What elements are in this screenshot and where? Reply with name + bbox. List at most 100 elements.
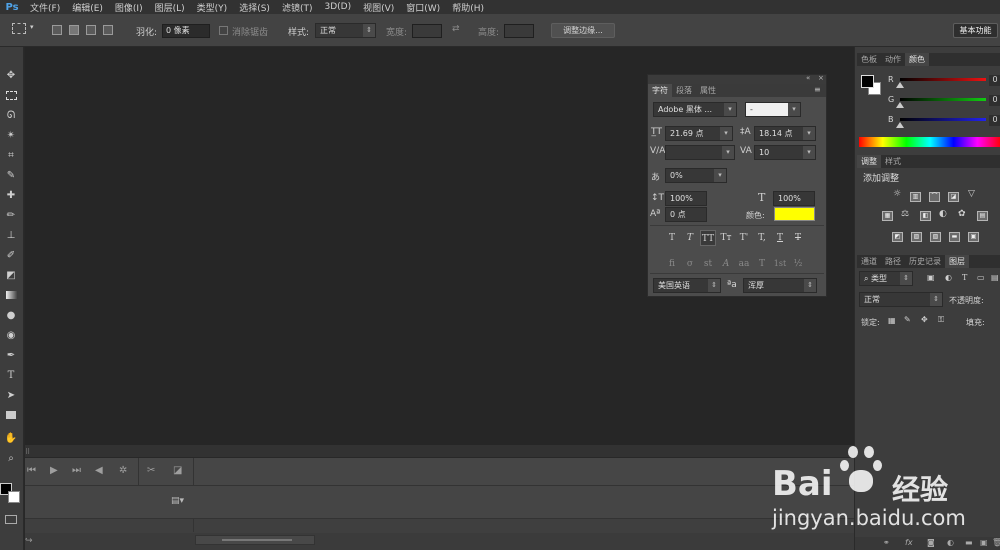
channel-b-slider[interactable] (900, 118, 986, 121)
gradient-tool-icon[interactable] (2, 287, 20, 303)
font-family-select[interactable]: Adobe 黑体 ... ▾ (653, 102, 737, 117)
menu-filter[interactable]: 滤镜(T) (276, 1, 319, 14)
lock-position-icon[interactable]: ✥ (921, 315, 928, 324)
intersect-selection-icon[interactable] (103, 25, 113, 35)
lock-all-icon[interactable]: ⚿ (938, 315, 944, 325)
menu-help[interactable]: 帮助(H) (446, 1, 490, 14)
text-color-swatch[interactable] (774, 207, 815, 221)
fractions-button[interactable]: ½ (790, 256, 806, 272)
baseline-shift-input[interactable]: 0 点 (665, 207, 707, 222)
tab-character[interactable]: 字符 (648, 84, 672, 97)
channel-b-thumb[interactable] (896, 122, 904, 128)
transition-icon[interactable]: ◪ (173, 465, 182, 476)
crop-tool-icon[interactable]: ⌗ (2, 147, 20, 163)
channel-r-slider[interactable] (900, 78, 986, 81)
curves-icon[interactable]: ⌒ (929, 192, 940, 202)
filter-shape-icon[interactable]: ▭ (977, 273, 985, 282)
channel-g-slider[interactable] (900, 98, 986, 101)
channel-r-value[interactable]: 0 (989, 75, 1000, 86)
menu-type[interactable]: 类型(Y) (191, 1, 234, 14)
old-style-button[interactable]: σ (682, 256, 698, 272)
feather-input[interactable]: 0 像素 (162, 24, 210, 38)
zoom-tool-icon[interactable]: ⌕ (2, 450, 20, 466)
tab-layers[interactable]: 图层 (945, 255, 969, 268)
stylistic-alternates-button[interactable]: aa (736, 256, 752, 272)
blur-tool-icon[interactable]: ● (2, 307, 20, 323)
invert-icon[interactable]: ◩ (892, 232, 903, 242)
photo-filter-icon[interactable]: ◐ (939, 209, 947, 219)
panel-titlebar[interactable]: « × (648, 74, 826, 84)
marquee-preset-icon[interactable] (12, 23, 26, 34)
all-caps-button[interactable]: TT (700, 230, 716, 246)
vertical-scale-input[interactable]: 100% (665, 191, 707, 206)
subtract-selection-icon[interactable] (86, 25, 96, 35)
eyedropper-tool-icon[interactable]: ✎ (2, 167, 20, 183)
settings-gear-icon[interactable]: ✲ (119, 465, 127, 476)
chevron-down-icon[interactable]: ▾ (30, 23, 34, 31)
tracking-select[interactable]: 10 ▾ (754, 145, 816, 160)
superscript-button[interactable]: T' (736, 230, 752, 246)
titling-alternates-button[interactable]: T (754, 256, 770, 272)
play-icon[interactable]: ▶ (50, 465, 58, 476)
clone-stamp-tool-icon[interactable]: ⊥ (2, 227, 20, 243)
type-tool-icon[interactable]: T (2, 367, 20, 383)
tab-properties[interactable]: 属性 (696, 84, 720, 97)
tab-paragraph[interactable]: 段落 (672, 84, 696, 97)
tab-color[interactable]: 颜色 (905, 53, 929, 66)
layer-kind-filter[interactable]: ⌕ 类型 ⇕ (859, 271, 913, 286)
height-input[interactable] (504, 24, 534, 38)
antialias-checkbox[interactable] (219, 26, 228, 35)
color-lookup-icon[interactable]: ▤ (977, 211, 988, 221)
workspace-button[interactable]: 基本功能 (953, 23, 998, 38)
menu-file[interactable]: 文件(F) (24, 1, 66, 14)
font-style-select[interactable]: - ▾ (745, 102, 801, 117)
first-frame-icon[interactable]: ⏮ (27, 465, 36, 476)
posterize-icon[interactable]: ▨ (911, 232, 922, 242)
panel-menu-icon[interactable]: ≡ (814, 85, 821, 94)
strikethrough-button[interactable]: T (790, 230, 806, 246)
leading-select[interactable]: 18.14 点 ▾ (754, 126, 816, 141)
black-white-icon[interactable]: ◧ (920, 211, 931, 221)
color-balance-icon[interactable]: ⚖ (901, 209, 909, 219)
tab-history[interactable]: 历史记录 (905, 255, 945, 268)
color-spectrum-bar[interactable] (859, 137, 1000, 147)
tab-swatches[interactable]: 色板 (857, 53, 881, 66)
threshold-icon[interactable]: ▧ (930, 232, 941, 242)
pen-tool-icon[interactable]: ✒ (2, 347, 20, 363)
lasso-tool-icon[interactable]: ᘏ (2, 107, 20, 123)
blend-mode-select[interactable]: 正常 ⇕ (859, 292, 943, 307)
menu-view[interactable]: 视图(V) (357, 1, 400, 14)
gradient-map-icon[interactable]: ▬ (949, 232, 960, 242)
faux-bold-button[interactable]: T (664, 230, 680, 246)
convert-frames-icon[interactable]: ↪ (25, 536, 33, 546)
menu-layer[interactable]: 图层(L) (149, 1, 191, 14)
style-select[interactable]: 正常 ⇕ (315, 23, 376, 38)
menu-image[interactable]: 图像(I) (109, 1, 149, 14)
collapse-icon[interactable]: « (806, 74, 810, 82)
hue-saturation-icon[interactable]: ▦ (882, 211, 893, 221)
menu-select[interactable]: 选择(S) (233, 1, 276, 14)
vibrance-icon[interactable]: ▽ (968, 189, 975, 199)
menu-3d[interactable]: 3D(D) (318, 2, 357, 12)
film-strip-icon[interactable]: ▤▾ (171, 496, 184, 506)
filter-pixel-icon[interactable]: ▣ (927, 273, 935, 282)
tab-paths[interactable]: 路径 (881, 255, 905, 268)
language-select[interactable]: 美国英语 ⇕ (653, 278, 721, 293)
tab-adjustments[interactable]: 调整 (857, 155, 881, 168)
channel-mixer-icon[interactable]: ✿ (958, 209, 966, 219)
hand-tool-icon[interactable]: ✋ (2, 430, 20, 446)
discretionary-ligatures-button[interactable]: st (700, 256, 716, 272)
channel-r-thumb[interactable] (896, 82, 904, 88)
quick-mask-icon[interactable] (5, 515, 17, 524)
exposure-icon[interactable]: ◪ (948, 192, 959, 202)
swash-button[interactable]: A (718, 256, 734, 272)
ordinals-button[interactable]: 1st (772, 256, 788, 272)
marquee-tool-icon[interactable] (2, 87, 20, 103)
scissors-icon[interactable]: ✂ (147, 465, 155, 476)
dodge-tool-icon[interactable]: ◉ (2, 327, 20, 343)
underline-button[interactable]: T (772, 230, 788, 246)
new-selection-icon[interactable] (52, 25, 62, 35)
magic-wand-tool-icon[interactable]: ✴ (2, 127, 20, 143)
filter-adjustment-icon[interactable]: ◐ (945, 273, 952, 282)
move-tool-icon[interactable]: ✥ (2, 67, 20, 83)
